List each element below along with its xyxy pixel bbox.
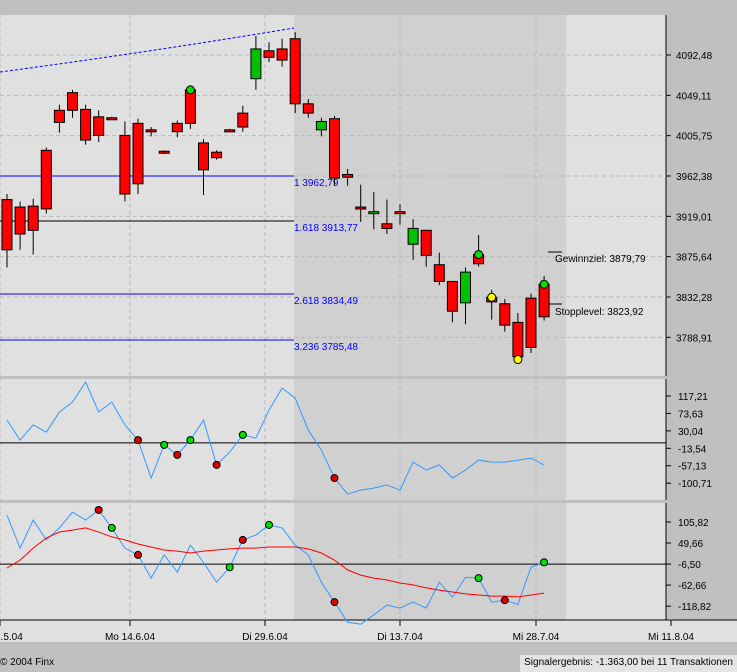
signal-dot [539, 279, 549, 289]
candle-body [355, 206, 367, 210]
copyright: © 2004 Finx [0, 657, 55, 668]
osc1-dot [238, 430, 247, 439]
osc2-dot [474, 574, 483, 583]
signal-dot [185, 85, 195, 95]
time-tick-label: Fr 28.5.04 [0, 632, 23, 643]
osc2-dot [134, 550, 142, 559]
osc1-dot [173, 450, 182, 459]
osc1-dot [212, 460, 221, 469]
osc1-dot [134, 436, 142, 445]
osc2-dot [225, 563, 234, 572]
osc1-tick-label: 73,63 [678, 409, 703, 420]
time-tick-label: Mi 28.7.04 [513, 632, 560, 643]
candle-body [446, 280, 458, 312]
time-tick-label: Di 29.6.04 [242, 632, 288, 643]
osc2-dot [238, 535, 247, 544]
osc2-tick-label: 49,66 [678, 539, 703, 550]
fibonacci-label: 1.618 3913,77 [294, 223, 358, 234]
candle-body [132, 122, 144, 185]
candle-body [289, 38, 301, 105]
fibonacci-label: 1 3962,79 [294, 178, 339, 189]
osc1-dot [160, 440, 169, 449]
candle-body [80, 108, 92, 141]
osc1-tick-label: -100,71 [678, 479, 712, 490]
signal-dot [487, 292, 497, 302]
fibonacci-label: 2.618 3834,49 [294, 296, 358, 307]
osc2-dot [94, 505, 103, 514]
candle-body [211, 151, 223, 159]
candle-body [381, 223, 393, 229]
candle-body [224, 129, 236, 133]
osc2-tick-label: -62,66 [678, 581, 707, 592]
candle-body [394, 211, 406, 215]
candle-body [302, 103, 314, 114]
osc2-tick-label: -6,50 [678, 560, 701, 571]
osc2-dot [265, 520, 273, 529]
candle-body [499, 303, 511, 326]
candle-body [315, 120, 327, 131]
price-tick-label: 3875,64 [676, 253, 713, 264]
osc2-tick-label: -118,82 [678, 602, 712, 613]
candle-body [27, 205, 39, 231]
candle-body [538, 283, 550, 318]
candle-body [342, 173, 354, 178]
candle-body [460, 271, 471, 304]
candle-body [250, 48, 262, 80]
osc2-dot [107, 523, 116, 532]
time-tick-label: Mo 14.6.04 [105, 632, 155, 643]
time-tick-label: Di 13.7.04 [377, 632, 423, 643]
candle-body [171, 122, 183, 133]
osc1-tick-label: -13,54 [678, 444, 707, 455]
candle-body [158, 150, 170, 154]
osc1-dot [330, 474, 339, 483]
candle-body [237, 112, 249, 128]
price-tick-label: 4092,48 [676, 51, 713, 62]
osc2-dot [330, 598, 339, 607]
candle-body [40, 149, 52, 210]
osc1-tick-label: 30,04 [678, 427, 703, 438]
candle-body [512, 321, 524, 358]
osc1-tick-label: -57,13 [678, 462, 707, 473]
candle-body [145, 129, 157, 133]
osc1-tick-label: 117,21 [678, 392, 708, 403]
osc2-tick-label: 105,82 [678, 518, 709, 529]
candle-body [198, 142, 209, 171]
candle-body [329, 118, 340, 179]
candle-body [14, 206, 26, 235]
signal-result: Signalergebnis: -1.363,00 bei 11 Transak… [520, 655, 737, 672]
price-tick-label: 3788,91 [676, 333, 713, 344]
price-tick-label: 3962,38 [676, 172, 713, 183]
candle-body [119, 134, 131, 195]
osc1-dot [186, 436, 195, 445]
stopplevel-label: Stopplevel: 3823,92 [555, 307, 644, 318]
candle-body [525, 297, 537, 348]
price-tick-label: 4049,11 [676, 91, 712, 102]
candle-body [1, 199, 13, 251]
candle-body [407, 227, 419, 245]
candle-body [276, 48, 288, 61]
osc2-dot [540, 558, 549, 567]
price-tick-label: 4005,75 [676, 132, 713, 143]
shaded-region [294, 15, 566, 376]
osc2-dot [500, 596, 509, 605]
candle-body [368, 211, 380, 215]
candle-body [106, 117, 118, 121]
signal-dot [474, 249, 484, 259]
fibonacci-label: 3.236 3785,48 [294, 342, 358, 353]
candle-body [420, 229, 432, 256]
price-tick-label: 3919,01 [676, 212, 713, 223]
candle-body [433, 264, 445, 282]
gewinnziel-label: Gewinnziel: 3879,79 [555, 254, 646, 265]
price-tick-label: 3832,28 [676, 293, 713, 304]
candle-body [67, 92, 78, 111]
candle-body [263, 50, 275, 58]
chart: 4092,48 4049,11 4005,75 3962,38 3919,01 3875,… [0, 15, 737, 643]
candle-body [53, 109, 65, 123]
signal-dot [513, 355, 523, 365]
candle-body [93, 116, 105, 136]
time-tick-label: Mi 11.8.04 [648, 632, 694, 643]
candle-body [184, 89, 196, 124]
